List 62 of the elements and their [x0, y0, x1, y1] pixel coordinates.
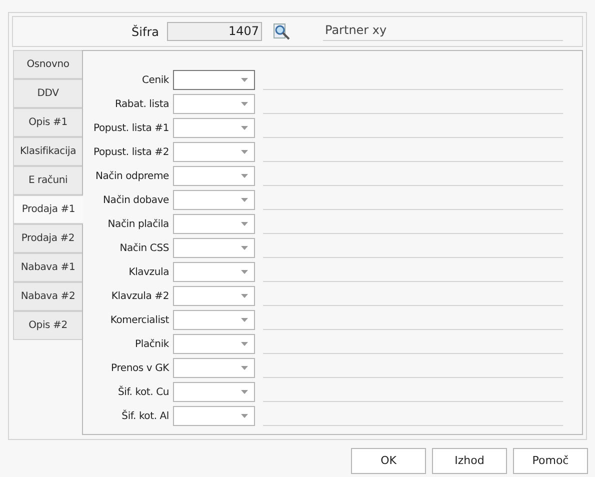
dropdown-field[interactable]	[173, 190, 255, 210]
field-label: Popust. lista #2	[92, 146, 170, 160]
tab[interactable]: E računi	[13, 166, 82, 195]
tab[interactable]: Nabava #1	[13, 253, 82, 282]
search-icon[interactable]	[273, 23, 290, 40]
caret-icon	[241, 174, 248, 178]
caret-icon	[241, 294, 248, 298]
dropdown-field[interactable]	[173, 214, 255, 234]
field-label: Popust. lista #1	[92, 122, 170, 136]
field-label: Cenik	[140, 74, 170, 88]
field-label: Šif. kot. Al	[120, 408, 170, 424]
field-label: Rabat. lista	[114, 98, 170, 112]
caret-icon	[241, 318, 248, 322]
dropdown-field[interactable]	[173, 70, 255, 90]
field-label: Način CSS	[118, 242, 170, 256]
caret-icon	[241, 366, 248, 370]
caret-icon	[241, 222, 248, 226]
field-label: Komercialist	[109, 314, 170, 328]
tab[interactable]: Opis #2	[13, 311, 82, 340]
partner-name-field: Partner xy	[323, 22, 563, 41]
field-label: Način odpreme	[94, 170, 170, 184]
field-label: Plačnik	[134, 338, 170, 352]
caret-icon	[241, 270, 248, 274]
caret-icon	[241, 414, 248, 418]
dropdown-field[interactable]	[173, 118, 255, 138]
dialog-button[interactable]: Pomoč	[513, 448, 588, 474]
caret-icon	[241, 342, 248, 346]
tab[interactable]: Klasifikacija	[13, 137, 82, 166]
caret-icon	[241, 126, 248, 130]
caret-icon	[241, 102, 248, 106]
dropdown-field[interactable]	[173, 262, 255, 282]
field-label: Šif. kot. Cu	[116, 384, 170, 400]
dropdown-field[interactable]	[173, 406, 255, 426]
sifra-label: Šifra	[130, 24, 160, 40]
tab[interactable]: DDV	[13, 79, 82, 108]
dropdown-field[interactable]	[173, 94, 255, 114]
field-label: Prenos v GK	[110, 362, 170, 376]
dropdown-field[interactable]	[173, 382, 255, 402]
field-label: Način dobave	[102, 194, 170, 208]
dropdown-field[interactable]	[173, 310, 255, 330]
tab[interactable]: Prodaja #1	[13, 195, 83, 224]
tab[interactable]: Osnovno	[13, 50, 82, 79]
caret-icon	[241, 246, 248, 250]
tab[interactable]: Prodaja #2	[13, 224, 82, 253]
caret-icon	[241, 198, 248, 202]
field-label: Način plačila	[106, 218, 170, 232]
field-label: Klavzula	[128, 266, 170, 280]
tab[interactable]: Nabava #2	[13, 282, 82, 311]
dropdown-field[interactable]	[173, 358, 255, 378]
dropdown-field[interactable]	[173, 334, 255, 354]
dropdown-field[interactable]	[173, 238, 255, 258]
dropdown-field[interactable]	[173, 166, 255, 186]
caret-icon	[241, 390, 248, 394]
field-label: Klavzula #2	[110, 290, 170, 304]
dialog-button[interactable]: Izhod	[432, 448, 507, 474]
caret-icon	[241, 150, 248, 154]
sifra-field[interactable]: 1407	[167, 22, 262, 41]
dropdown-field[interactable]	[173, 142, 255, 162]
caret-icon	[241, 78, 248, 82]
tab[interactable]: Opis #1	[13, 108, 82, 137]
dropdown-field[interactable]	[173, 286, 255, 306]
dialog-button[interactable]: OK	[351, 448, 426, 474]
